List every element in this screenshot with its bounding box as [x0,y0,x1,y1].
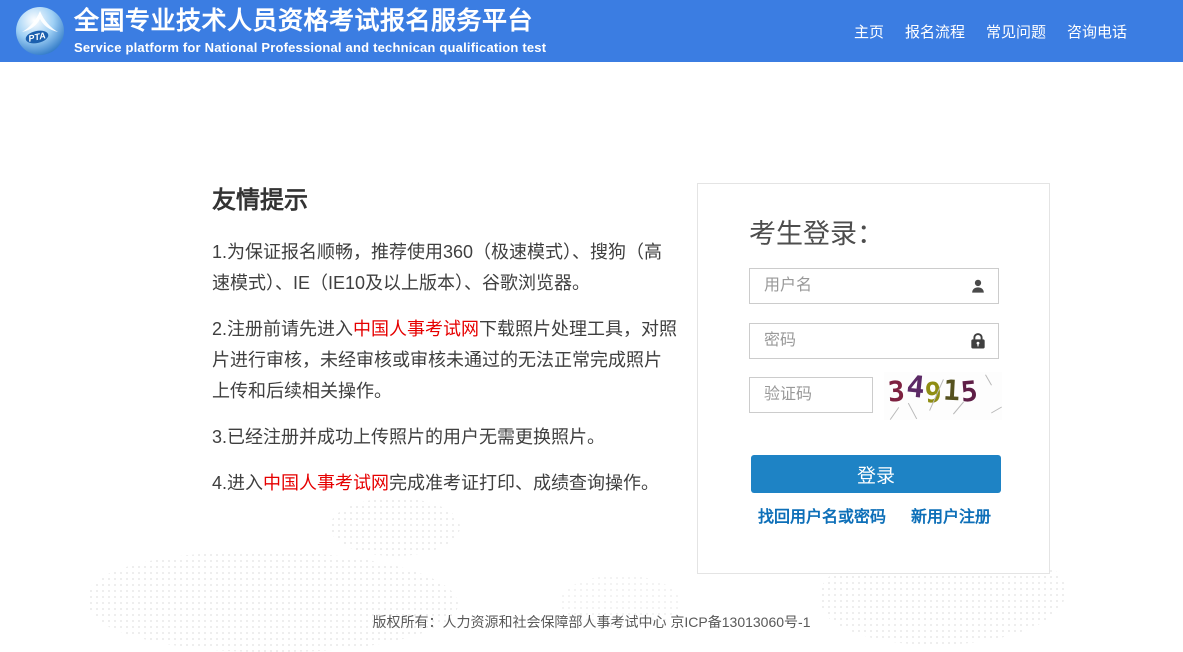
new-user-register-link[interactable]: 新用户注册 [911,503,991,527]
tip-item-3: 3.已经注册并成功上传照片的用户无需更换照片。 [212,422,678,453]
captcha-image[interactable]: 3 4 9 1 5 [884,369,1002,420]
captcha-input[interactable] [749,377,873,413]
tip-text: 1.为保证报名顺畅，推荐使用360（极速模式）、搜狗（高速模式）、IE（IE10… [212,242,663,293]
username-input[interactable] [749,268,999,304]
cpta-link[interactable]: 中国人事考试网 [353,319,479,339]
login-title: 考生登录： [749,219,884,249]
site-title: 全国专业技术人员资格考试报名服务平台 [74,7,534,35]
header: PTA 全国专业技术人员资格考试报名服务平台 Service platform … [0,0,1183,62]
map-dots-decoration [88,552,458,652]
nav-home[interactable]: 主页 [854,21,884,42]
login-panel: 考生登录： 3 4 [697,183,1050,574]
tip-item-4: 4.进入中国人事考试网完成准考证打印、成绩查询操作。 [212,468,678,499]
site-title-block: 全国专业技术人员资格考试报名服务平台 Service platform for … [74,6,546,55]
site-subtitle: Service platform for National Profession… [74,40,547,55]
tip-text: 4.进入 [212,473,264,493]
login-button[interactable]: 登录 [751,455,1001,493]
tip-item-2: 2.注册前请先进入中国人事考试网下载照片处理工具，对照片进行审核，未经审核或审核… [212,314,678,407]
recover-credentials-link[interactable]: 找回用户名或密码 [758,503,886,527]
tip-text: 完成准考证打印、成绩查询操作。 [389,473,660,493]
captcha-field-wrap [749,377,873,413]
login-links: 找回用户名或密码 新用户注册 [758,503,991,527]
password-input[interactable] [749,323,999,359]
header-nav: 主页 报名流程 常见问题 咨询电话 [854,0,1127,62]
captcha-code: 3 4 9 1 5 [884,369,1002,410]
tips-heading: 友情提示 [212,187,308,214]
captcha-digit: 5 [959,374,980,409]
nav-faq[interactable]: 常见问题 [986,21,1046,42]
tip-text: 2.注册前请先进入 [212,319,354,339]
captcha-digit: 9 [923,375,944,410]
nav-contact-phone[interactable]: 咨询电话 [1067,21,1127,42]
username-field-wrap [749,268,999,304]
pta-logo-icon: PTA [15,6,65,56]
nav-registration-process[interactable]: 报名流程 [905,21,965,42]
tips-section: 友情提示 1.为保证报名顺畅，推荐使用360（极速模式）、搜狗（高速模式）、IE… [212,180,678,514]
captcha-digit: 3 [886,374,907,409]
footer-copyright: 版权所有：人力资源和社会保障部人事考试中心 京ICP备13013060号-1 [372,614,811,630]
page: PTA 全国专业技术人员资格考试报名服务平台 Service platform … [0,0,1183,652]
tip-item-1: 1.为保证报名顺畅，推荐使用360（极速模式）、搜狗（高速模式）、IE（IE10… [212,237,678,299]
captcha-digit: 1 [942,373,962,408]
password-field-wrap [749,323,999,359]
tip-text: 3.已经注册并成功上传照片的用户无需更换照片。 [212,427,606,447]
captcha-noise-line [889,407,900,420]
cpta-link[interactable]: 中国人事考试网 [263,473,389,493]
